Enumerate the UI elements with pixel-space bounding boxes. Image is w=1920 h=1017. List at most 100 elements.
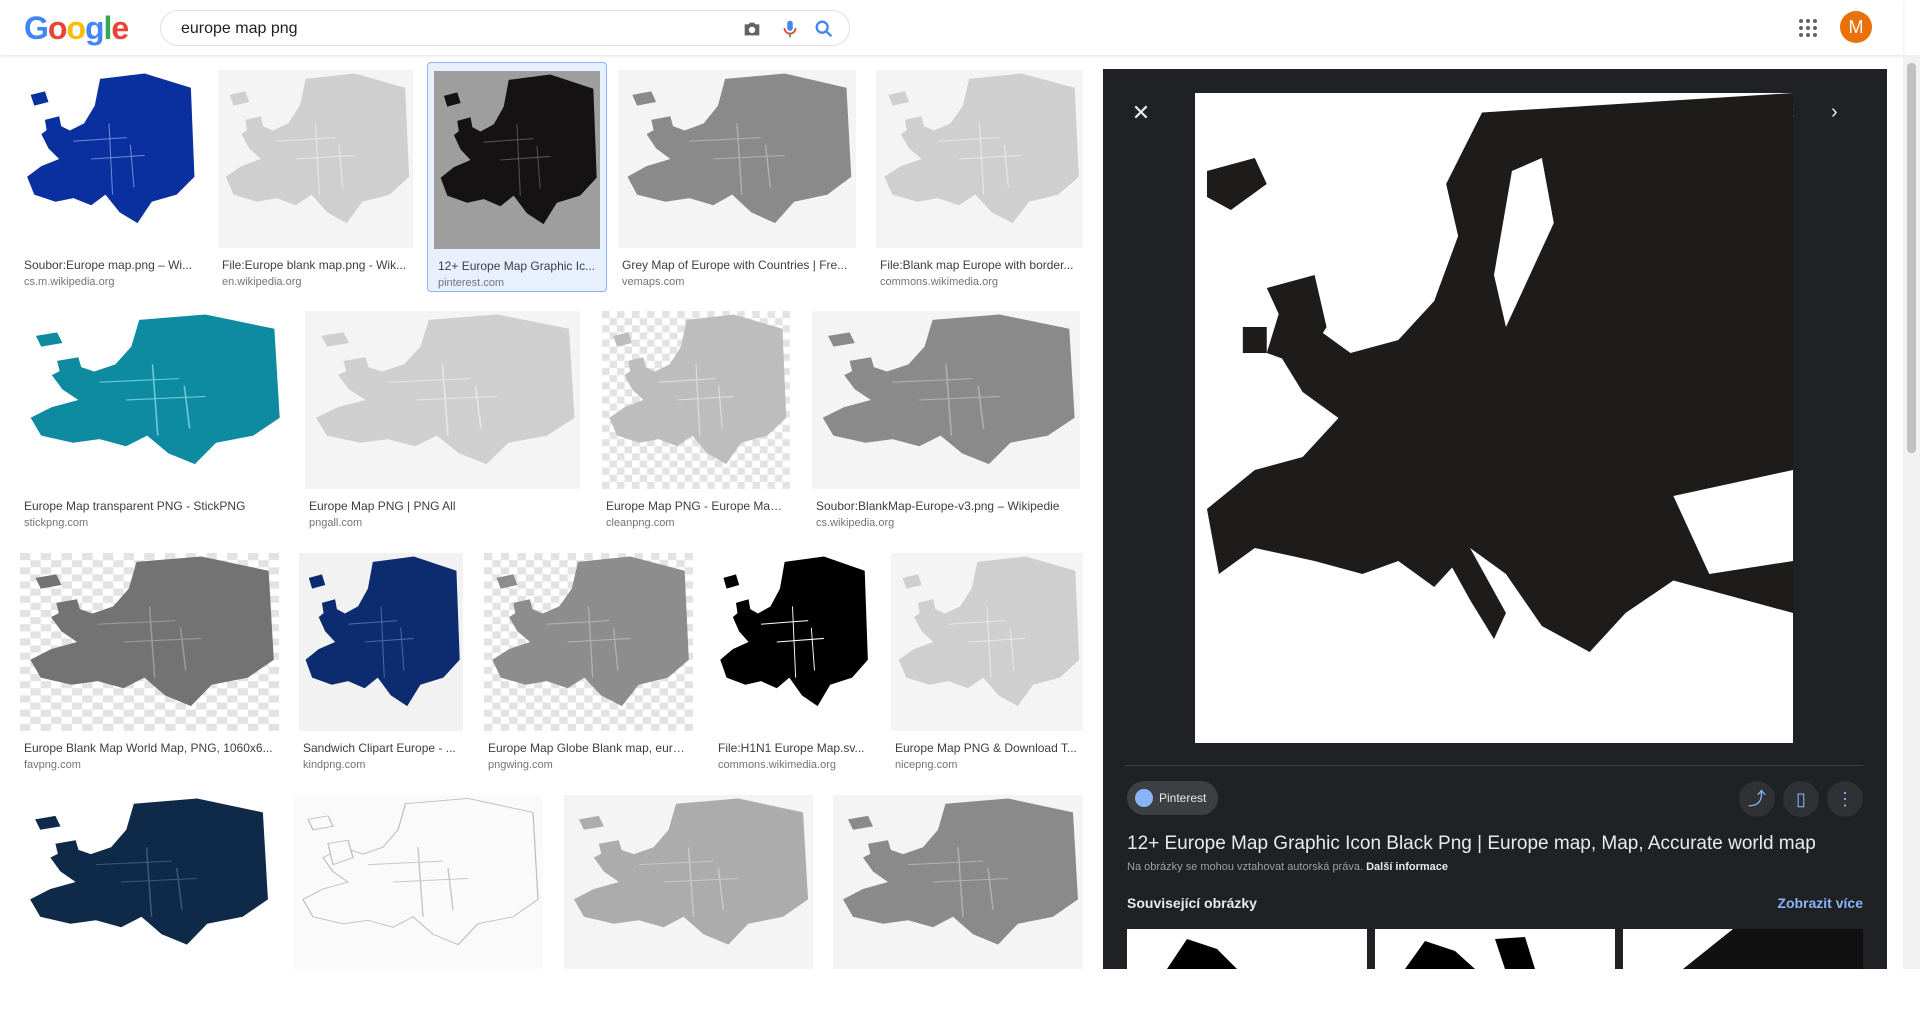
result-thumbnail[interactable] [218, 70, 413, 248]
result-source: pngall.com [309, 517, 363, 529]
image-result[interactable]: Europe Map transparent PNG - StickPNG sti… [20, 311, 285, 537]
result-title[interactable]: Europe Map PNG | PNG All [309, 499, 576, 513]
image-result[interactable] [564, 795, 813, 1017]
more-info-link[interactable]: Další informace [1366, 861, 1448, 873]
image-result[interactable] [293, 795, 543, 1017]
apps-grid-icon[interactable] [1796, 16, 1820, 40]
result-title[interactable]: Soubor:BlankMap-Europe-v3.png – Wikipedi… [816, 499, 1076, 513]
page-scrollbar[interactable] [1903, 55, 1920, 969]
result-thumbnail[interactable] [833, 795, 1083, 969]
image-result[interactable]: Europe Map PNG | PNG All pngall.com [305, 311, 580, 537]
image-result[interactable] [20, 795, 273, 1017]
google-logo[interactable]: Google [24, 10, 129, 47]
result-source: favpng.com [24, 759, 81, 771]
image-result[interactable]: Europe Map Globe Blank map, euro... pngwi… [484, 553, 693, 779]
account-avatar[interactable]: M [1840, 11, 1872, 43]
result-thumbnail[interactable] [305, 311, 580, 489]
result-thumbnail[interactable] [20, 553, 279, 731]
result-source: commons.wikimedia.org [880, 276, 998, 288]
result-title[interactable]: Grey Map of Europe with Countries | Fre.… [622, 258, 852, 272]
image-result[interactable]: Grey Map of Europe with Countries | Fre.… [618, 70, 856, 296]
result-thumbnail[interactable] [20, 311, 285, 489]
header-bar: Google M [0, 0, 1903, 55]
result-thumbnail[interactable] [484, 553, 693, 731]
copyright-note: Na obrázky se mohou vztahovat autorská p… [1127, 861, 1448, 873]
result-thumbnail[interactable] [891, 553, 1083, 731]
image-result[interactable]: Europe Map PNG - Europe Map ... cleanpng.… [602, 311, 790, 537]
camera-icon[interactable] [741, 18, 763, 40]
scrollbar-thumb[interactable] [1907, 63, 1916, 453]
result-source: commons.wikimedia.org [718, 759, 836, 771]
result-title[interactable]: Europe Map transparent PNG - StickPNG [24, 499, 281, 513]
result-thumbnail[interactable] [602, 311, 790, 489]
image-result[interactable]: File:H1N1 Europe Map.sv... commons.wikime… [714, 553, 871, 779]
result-title[interactable]: File:H1N1 Europe Map.sv... [718, 741, 867, 755]
next-image-icon[interactable]: › [1831, 101, 1838, 124]
image-result[interactable]: 12+ Europe Map Graphic Ic... pinterest.co… [427, 62, 607, 292]
image-result[interactable]: Sandwich Clipart Europe - ... kindpng.com [299, 553, 463, 779]
result-source: pinterest.com [438, 277, 505, 289]
image-result[interactable]: File:Blank map Europe with border... comm… [876, 70, 1083, 296]
result-source: pngwing.com [488, 759, 553, 771]
result-thumbnail[interactable] [564, 795, 813, 969]
result-title[interactable]: File:Blank map Europe with border... [880, 258, 1079, 272]
related-images-heading: Související obrázky [1127, 895, 1257, 911]
share-icon[interactable]: ⤴ [1739, 781, 1775, 817]
result-source: vemaps.com [622, 276, 685, 288]
result-title[interactable]: Soubor:Europe map.png – Wi... [24, 258, 194, 272]
result-thumbnail[interactable] [618, 70, 856, 248]
image-result[interactable]: Soubor:Europe map.png – Wi... cs.m.wikipe… [20, 70, 198, 296]
result-source: en.wikipedia.org [222, 276, 302, 288]
logo-letter: e [111, 10, 129, 46]
result-title[interactable]: 12+ Europe Map Graphic Ic... [438, 259, 596, 273]
search-icon[interactable] [813, 18, 835, 40]
source-chip[interactable]: Pinterest [1127, 781, 1219, 815]
related-thumbnail[interactable] [1375, 929, 1615, 969]
result-thumbnail[interactable] [299, 553, 463, 731]
search-input[interactable] [179, 19, 703, 39]
result-title[interactable]: Europe Map Globe Blank map, euro... [488, 741, 689, 755]
result-thumbnail[interactable] [20, 70, 198, 248]
preview-image[interactable] [1195, 93, 1793, 743]
source-chip-label: Pinterest [1159, 791, 1207, 805]
logo-letter: o [47, 10, 68, 46]
panel-divider [1125, 765, 1863, 766]
result-title[interactable]: File:Europe blank map.png - Wik... [222, 258, 409, 272]
search-box [160, 10, 850, 46]
result-title[interactable]: Europe Map PNG & Download T... [895, 741, 1079, 755]
logo-letter: G [24, 10, 49, 46]
related-thumbnail[interactable] [1623, 929, 1863, 969]
image-result[interactable]: Europe Map PNG & Download T... nicepng.co… [891, 553, 1083, 779]
result-thumbnail[interactable] [812, 311, 1080, 489]
result-source: cs.wikipedia.org [816, 517, 895, 529]
result-title[interactable]: Sandwich Clipart Europe - ... [303, 741, 459, 755]
result-thumbnail[interactable] [293, 795, 543, 969]
more-vert-icon[interactable]: ⋮ [1827, 781, 1863, 817]
image-result[interactable] [833, 795, 1083, 1017]
logo-letter: l [103, 10, 113, 46]
bookmark-icon[interactable]: ▯ [1783, 781, 1819, 817]
logo-letter: o [66, 10, 86, 46]
result-source: stickpng.com [24, 517, 89, 529]
result-thumbnail[interactable] [434, 71, 600, 249]
related-thumbnail[interactable] [1127, 929, 1367, 969]
result-thumbnail[interactable] [876, 70, 1083, 248]
preview-title[interactable]: 12+ Europe Map Graphic Icon Black Png | … [1127, 833, 1816, 855]
show-more-link[interactable]: Zobrazit více [1777, 895, 1863, 911]
result-thumbnail[interactable] [20, 795, 273, 969]
image-preview-panel: ✕ ‹ › Pinterest ⤴ ▯ ⋮ 12+ Europe Map Gra… [1103, 69, 1887, 969]
result-source: kindpng.com [303, 759, 366, 771]
logo-letter: g [84, 10, 105, 46]
image-result[interactable]: File:Europe blank map.png - Wik... en.wik… [218, 70, 413, 296]
image-result[interactable]: Europe Blank Map World Map, PNG, 1060x6.… [20, 553, 279, 779]
close-icon[interactable]: ✕ [1129, 101, 1153, 125]
image-result[interactable]: Soubor:BlankMap-Europe-v3.png – Wikipedi… [812, 311, 1080, 537]
result-source: cleanpng.com [606, 517, 675, 529]
result-source: cs.m.wikipedia.org [24, 276, 115, 288]
result-title[interactable]: Europe Blank Map World Map, PNG, 1060x6.… [24, 741, 275, 755]
result-source: nicepng.com [895, 759, 958, 771]
mic-icon[interactable] [779, 18, 801, 40]
result-title[interactable]: Europe Map PNG - Europe Map ... [606, 499, 786, 513]
globe-icon [1135, 789, 1153, 807]
result-thumbnail[interactable] [714, 553, 871, 731]
